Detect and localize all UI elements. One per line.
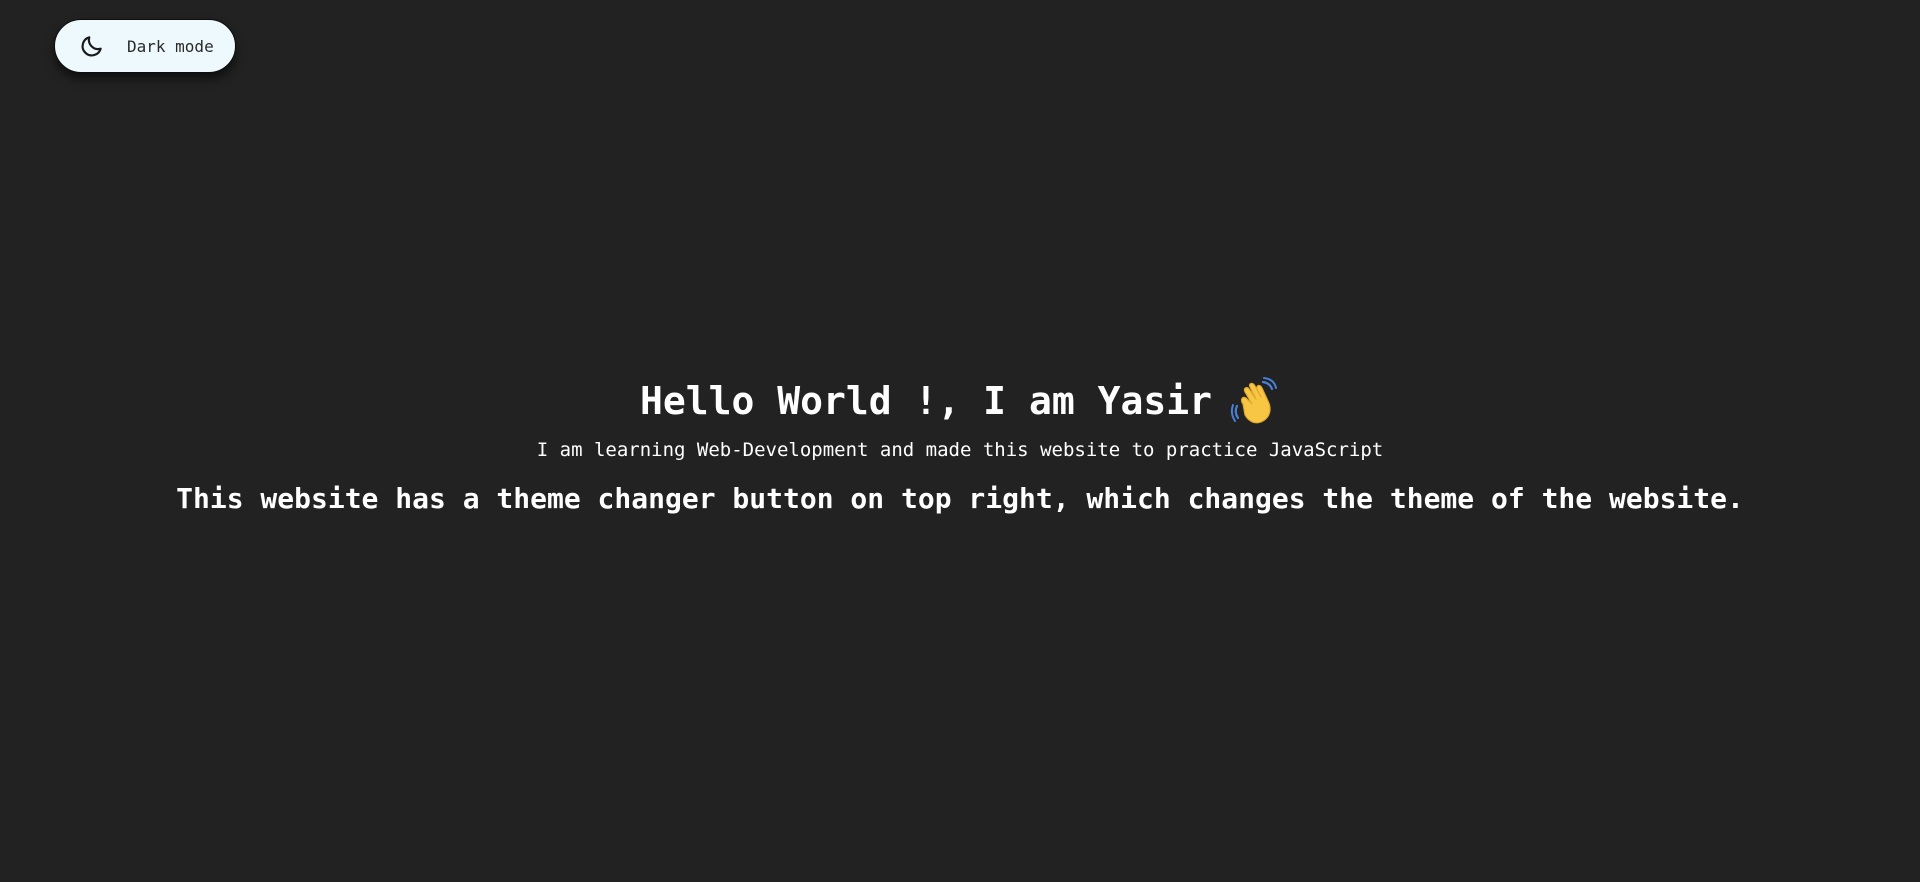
theme-toggle-button[interactable]: Dark mode	[54, 19, 236, 73]
page: Dark mode Hello World !, I am Yasir I am…	[0, 0, 1920, 882]
waving-hand-icon	[1230, 376, 1280, 426]
hero-description: This website has a theme changer button …	[176, 482, 1744, 515]
hero-section: Hello World !, I am Yasir I am learning …	[0, 372, 1920, 520]
moon-icon	[79, 33, 105, 59]
hero-title-text: Hello World !, I am Yasir	[640, 379, 1212, 423]
hero-title: Hello World !, I am Yasir	[640, 372, 1280, 430]
theme-toggle-label: Dark mode	[127, 36, 214, 56]
hero-subtitle: I am learning Web-Development and made t…	[536, 439, 1384, 461]
